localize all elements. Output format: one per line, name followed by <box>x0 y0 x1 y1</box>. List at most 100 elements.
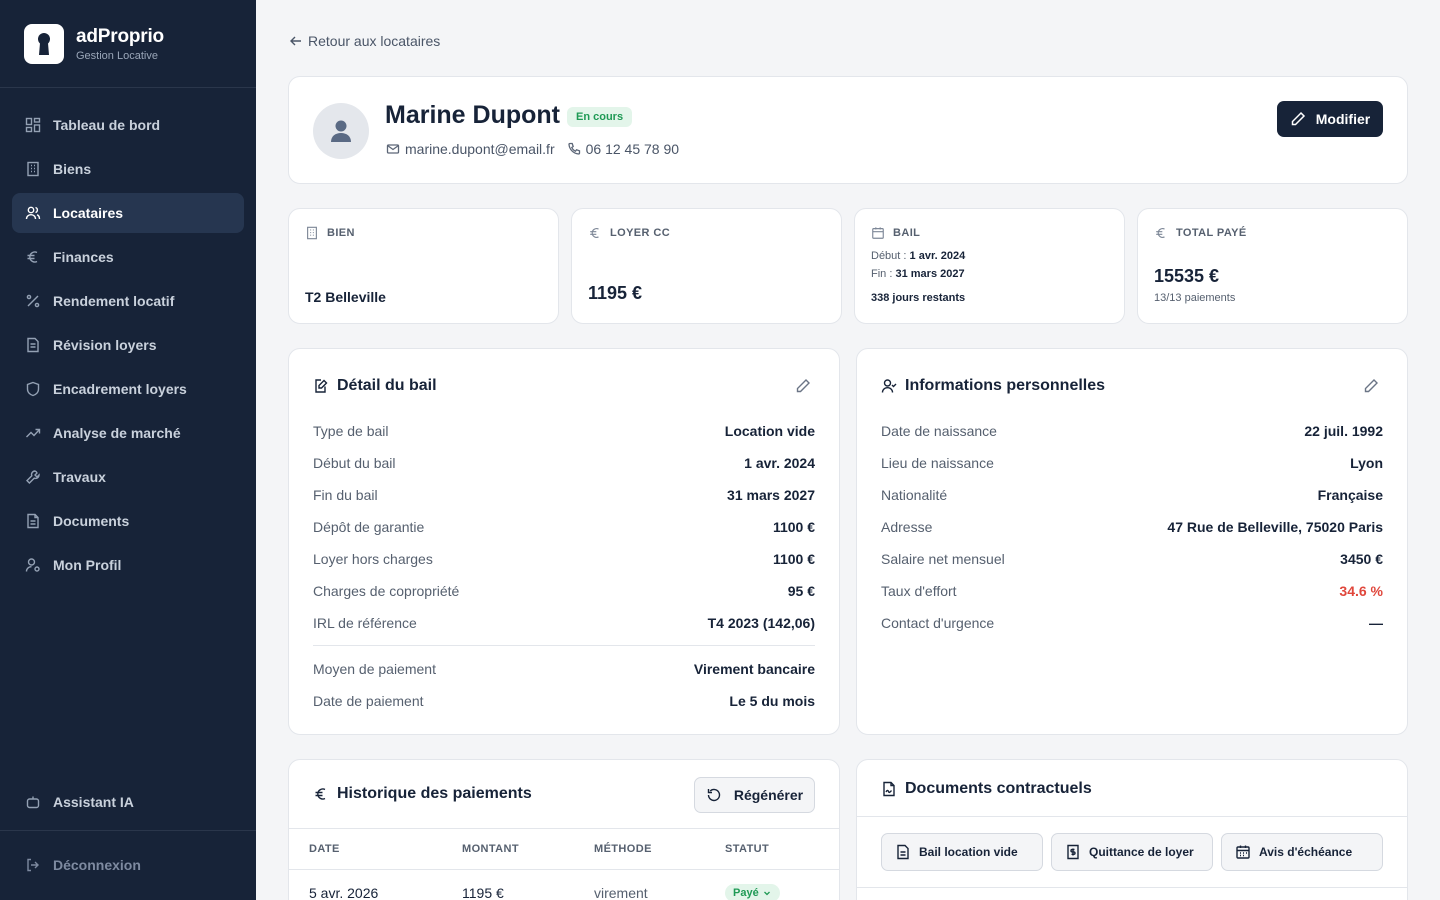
tenant-phone[interactable]: 06 12 45 78 90 <box>586 141 679 157</box>
tenant-header-card: Marine Dupont En cours marine.dupont@ema… <box>288 76 1408 184</box>
lease-row: Moyen de paiement Virement bancaire <box>313 653 815 685</box>
sidebar-item-assistant[interactable]: Assistant IA <box>12 782 244 822</box>
sidebar-item-analyse[interactable]: Analyse de marché <box>12 413 244 453</box>
file-text-icon <box>897 844 909 860</box>
sidebar-item-label: Rendement locatif <box>53 293 175 309</box>
receipt-icon <box>1067 844 1079 860</box>
edit-tenant-button[interactable]: Modifier <box>1277 101 1383 137</box>
doc-quittance-button[interactable]: Quittance de loyer <box>1051 833 1213 871</box>
column-date[interactable]: DATE <box>309 843 340 855</box>
file-signature-icon <box>883 781 895 797</box>
stat-card-loyer: LOYER CC 1195 € <box>571 208 842 324</box>
lease-row-key: Date de paiement <box>313 693 424 709</box>
payments-card: Historique des paiements Régénérer DATE … <box>288 759 840 900</box>
lease-row-key: Type de bail <box>313 423 389 439</box>
bail-start: Début : 1 avr. 2024 <box>871 250 965 262</box>
lease-row: Date de paiement Le 5 du mois <box>313 685 815 717</box>
sidebar-item-biens[interactable]: Biens <box>12 149 244 189</box>
bail-start-value: 1 avr. 2024 <box>909 250 966 262</box>
sidebar-item-dashboard[interactable]: Tableau de bord <box>12 105 244 145</box>
sidebar: adProprio Gestion Locative Tableau de bo… <box>0 0 256 900</box>
lease-row-value: Location vide <box>724 423 815 439</box>
personal-info-title: Informations personnelles <box>905 377 1106 394</box>
regenerate-label: Régénérer <box>733 787 804 803</box>
stat-card-total: TOTAL PAYÉ 15535 € 13/13 paiements <box>1137 208 1408 324</box>
lease-row-value: 1100 € <box>772 551 815 567</box>
lease-row-value: 95 € <box>787 583 815 599</box>
brand-name: adProprio <box>76 25 164 47</box>
lease-detail-card: Détail du bail Type de bail Location vide… <box>288 348 840 735</box>
lease-row: IRL de référence T4 2023 (142,06) <box>313 607 815 639</box>
back-link[interactable]: Retour aux locataires <box>289 33 440 49</box>
sidebar-item-label: Révision loyers <box>53 337 157 353</box>
lease-row: Charges de copropriété 95 € <box>313 575 815 607</box>
personal-row-key: Date de naissance <box>881 423 997 439</box>
users-icon <box>25 206 41 220</box>
doc-bail-button[interactable]: Bail location vide <box>881 833 1043 871</box>
sidebar-item-finances[interactable]: Finances <box>12 237 244 277</box>
personal-row: Adresse 47 Rue de Belleville, 75020 Paris <box>881 511 1383 543</box>
stat-label-loyer: LOYER CC <box>610 227 671 239</box>
regenerate-button[interactable]: Régénérer <box>694 777 815 813</box>
sidebar-item-profil[interactable]: Mon Profil <box>12 545 244 585</box>
dashboard-icon <box>25 117 41 133</box>
pencil-icon[interactable] <box>795 378 811 394</box>
stat-value-bien[interactable]: T2 Belleville <box>305 289 386 305</box>
sidebar-item-label: Travaux <box>53 469 106 485</box>
column-status[interactable]: STATUT <box>725 843 769 855</box>
divider <box>857 816 1407 817</box>
shield-icon <box>26 381 40 397</box>
personal-row: Taux d'effort 34.6 % <box>881 575 1383 607</box>
sidebar-bottom: Assistant IA <box>12 782 244 826</box>
sidebar-item-label: Mon Profil <box>53 557 122 573</box>
personal-row-value: 3450 € <box>1340 551 1383 567</box>
sidebar-item-label: Documents <box>53 513 130 529</box>
personal-row-value: Française <box>1317 487 1383 503</box>
doc-avis-button[interactable]: Avis d'échéance <box>1221 833 1383 871</box>
column-method[interactable]: MÉTHODE <box>594 843 652 855</box>
stat-card-bien: BIEN T2 Belleville <box>288 208 559 324</box>
sidebar-item-documents[interactable]: Documents <box>12 501 244 541</box>
column-amount[interactable]: MONTANT <box>462 843 519 855</box>
doc-bail-label: Bail location vide <box>919 845 1018 859</box>
stat-value-total: 15535 € <box>1154 266 1220 286</box>
logout-button[interactable]: Déconnexion <box>12 845 244 885</box>
building-icon <box>27 161 39 177</box>
documents-title: Documents contractuels <box>905 780 1092 797</box>
edit-tenant-label: Modifier <box>1315 111 1371 127</box>
lease-row-key: Début du bail <box>313 455 396 471</box>
payment-status-dropdown[interactable]: Payé <box>725 884 780 900</box>
building-icon <box>307 226 317 240</box>
stat-card-bail: BAIL Début : 1 avr. 2024 Fin : 31 mars 2… <box>854 208 1125 324</box>
brand-subtitle: Gestion Locative <box>76 49 158 62</box>
sidebar-item-revision[interactable]: Révision loyers <box>12 325 244 365</box>
trending-up-icon <box>26 428 41 438</box>
stat-label-bien: BIEN <box>327 227 355 239</box>
user-check-icon <box>881 379 897 393</box>
tenant-contact: marine.dupont@email.fr 06 12 45 78 90 <box>386 141 679 157</box>
sidebar-item-locataires[interactable]: Locataires <box>12 193 244 233</box>
euro-icon <box>1156 228 1165 238</box>
sidebar-item-label: Tableau de bord <box>53 117 161 133</box>
pencil-icon[interactable] <box>1363 378 1379 394</box>
sidebar-nav: Tableau de bord Biens Locataires Finance… <box>0 88 256 585</box>
payment-status-label: Payé <box>733 887 759 899</box>
tenant-email[interactable]: marine.dupont@email.fr <box>405 141 555 157</box>
bail-remaining: 338 jours restants <box>871 292 966 304</box>
sidebar-item-rendement[interactable]: Rendement locatif <box>12 281 244 321</box>
bot-icon <box>26 796 40 809</box>
bail-end-label: Fin : <box>871 268 893 280</box>
calendar-icon <box>1236 845 1250 859</box>
sidebar-item-travaux[interactable]: Travaux <box>12 457 244 497</box>
lease-row-key: Charges de copropriété <box>313 583 460 599</box>
sidebar-item-encadrement[interactable]: Encadrement loyers <box>12 369 244 409</box>
brand[interactable]: adProprio Gestion Locative <box>0 0 256 88</box>
divider <box>857 887 1407 888</box>
stat-value-loyer: 1195 € <box>588 283 643 303</box>
payment-date: 5 avr. 2026 <box>309 885 379 900</box>
personal-row-key: Salaire net mensuel <box>881 551 1005 567</box>
mail-icon <box>386 144 400 154</box>
wrench-icon <box>26 470 40 484</box>
lease-row: Loyer hors charges 1100 € <box>313 543 815 575</box>
personal-row-key: Adresse <box>881 519 933 535</box>
